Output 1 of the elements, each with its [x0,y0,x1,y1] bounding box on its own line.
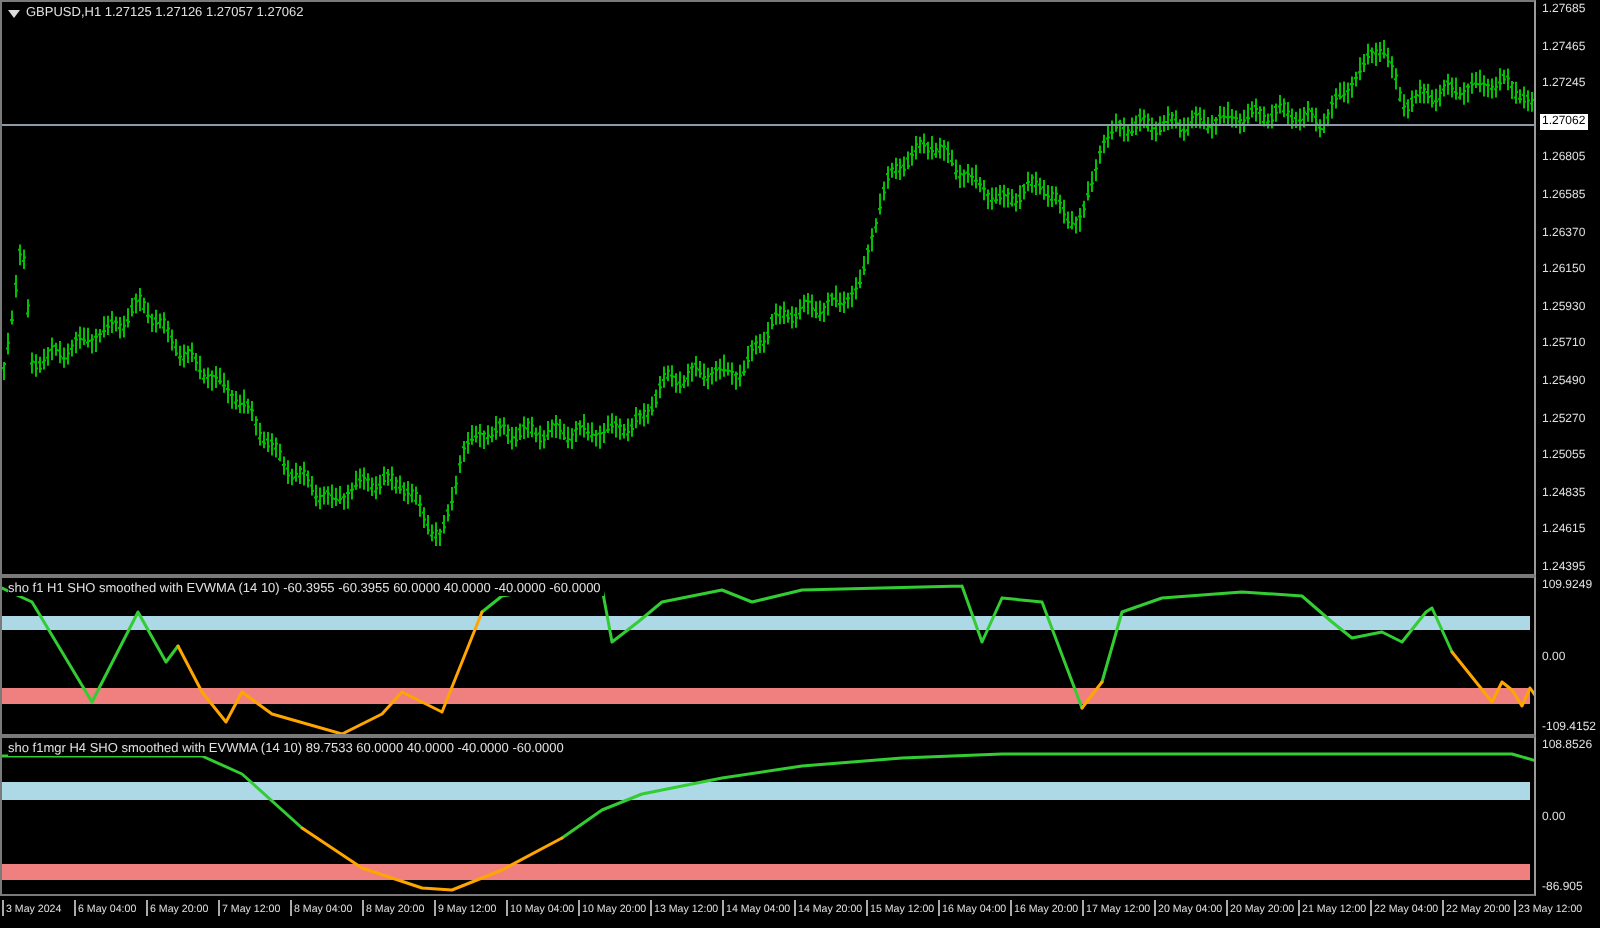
dropdown-triangle-icon[interactable] [8,9,20,17]
